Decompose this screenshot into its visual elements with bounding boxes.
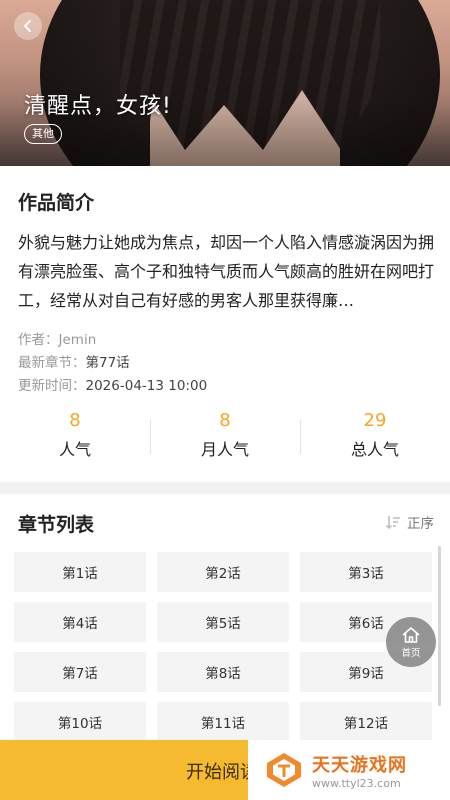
chapter-item[interactable]: 第11话 [157, 702, 289, 742]
stat-value: 29 [363, 410, 387, 431]
cover-banner: 清醒点，女孩! 其他 [0, 0, 450, 166]
chapter-item[interactable]: 第3话 [300, 552, 432, 592]
stat-label: 人气 [58, 440, 91, 459]
update-time-label: 更新时间： [18, 378, 86, 394]
sort-order-button[interactable]: 正序 [385, 512, 434, 532]
latest-chapter-label: 最新章节： [18, 355, 86, 371]
chapter-item[interactable]: 第8话 [157, 652, 289, 692]
watermark-url: www.ttyl23.com [312, 776, 401, 790]
latest-chapter-value: 第77话 [85, 355, 130, 371]
stat-total-popularity: 29 总人气 [300, 410, 450, 466]
home-button[interactable]: 首页 [386, 617, 436, 667]
author-label: 作者： [18, 332, 59, 348]
author-row: 作者：Jemin [18, 328, 96, 348]
home-icon [402, 626, 420, 643]
author-value: Jemin [58, 332, 97, 348]
popularity-stats: 8 人气 8 月人气 29 总人气 [0, 410, 450, 466]
sort-icon [385, 516, 400, 530]
chapter-item[interactable]: 第7话 [14, 652, 146, 692]
watermark-name: 天天游戏网 [312, 754, 407, 776]
sort-order-label: 正序 [407, 516, 434, 532]
chapter-item[interactable]: 第2话 [157, 552, 289, 592]
watermark-logo-icon [267, 753, 301, 787]
chapter-item[interactable]: 第1话 [14, 552, 146, 592]
scrollbar[interactable] [438, 546, 441, 706]
home-button-label: 首页 [401, 647, 421, 659]
stat-value: 8 [219, 410, 231, 431]
stat-label: 月人气 [200, 440, 249, 459]
chevron-left-icon [24, 20, 31, 32]
comic-title: 清醒点，女孩! [24, 94, 172, 119]
chapter-item[interactable]: 第5话 [157, 602, 289, 642]
chapter-item[interactable]: 第12话 [300, 702, 432, 742]
chapter-item[interactable]: 第4话 [14, 602, 146, 642]
intro-description[interactable]: 外貌与魅力让她成为焦点，却因一个人陷入情感漩涡因为拥有漂亮脸蛋、高个子和独特气质… [18, 228, 436, 315]
stat-monthly-popularity: 8 月人气 [150, 410, 300, 466]
update-time-value: 2026-04-13 10:00 [85, 378, 208, 394]
latest-chapter-row: 最新章节：第77话 [18, 351, 130, 371]
back-button[interactable] [14, 12, 42, 40]
intro-heading: 作品简介 [18, 192, 95, 214]
stat-value: 8 [69, 410, 81, 431]
stat-popularity: 8 人气 [0, 410, 150, 466]
stat-label: 总人气 [350, 440, 399, 459]
cover-shade [0, 0, 450, 166]
chapter-item[interactable]: 第10话 [14, 702, 146, 742]
genre-tag[interactable]: 其他 [24, 124, 62, 144]
update-time-row: 更新时间：2026-04-13 10:00 [18, 374, 207, 394]
chapter-list-heading: 章节列表 [18, 514, 95, 536]
chapter-grid: 第1话 第2话 第3话 第4话 第5话 第6话 第7话 第8话 第9话 第10话… [14, 552, 432, 742]
intro-card: 作品简介 外貌与魅力让她成为焦点，却因一个人陷入情感漩涡因为拥有漂亮脸蛋、高个子… [0, 166, 450, 482]
site-watermark: 天天游戏网 www.ttyl23.com [248, 740, 450, 800]
